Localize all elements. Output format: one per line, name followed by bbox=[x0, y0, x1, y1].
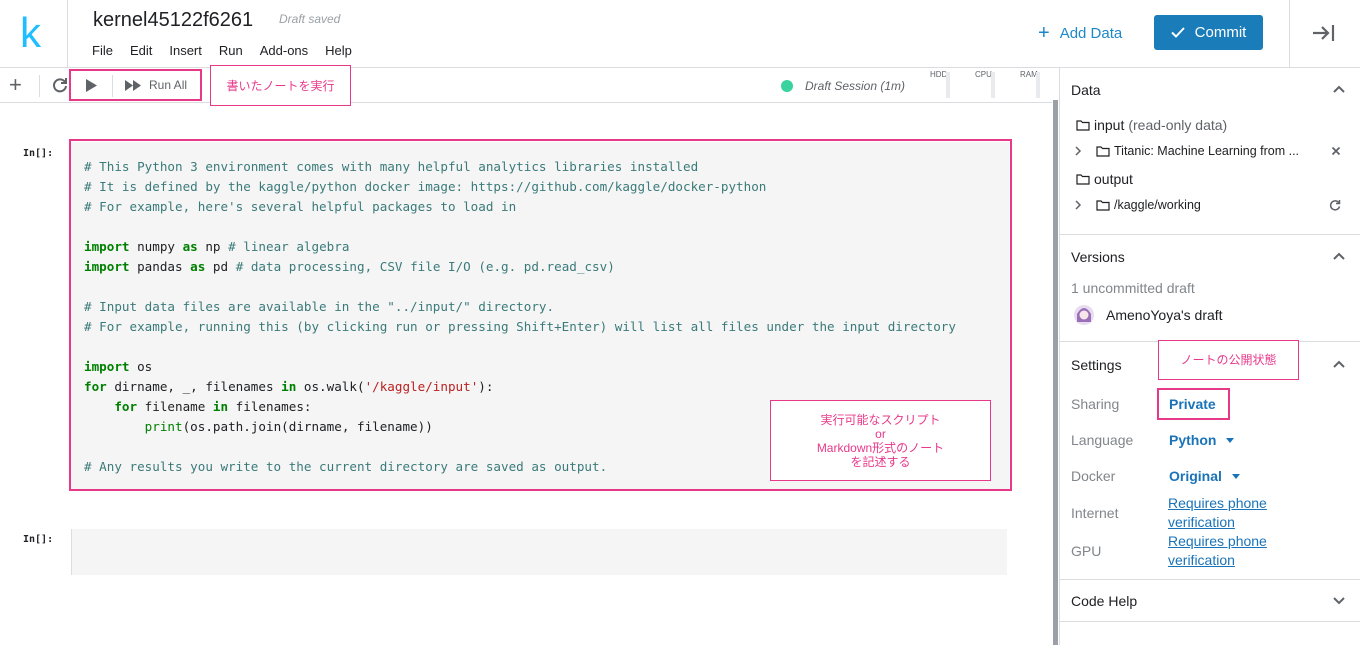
cell-annotation-line: 実行可能なスクリプト bbox=[820, 412, 941, 427]
menu-bar: File Edit Insert Run Add-ons Help bbox=[92, 43, 369, 58]
cell-prompt: In[]: bbox=[23, 534, 54, 545]
run-highlight-box bbox=[69, 69, 202, 101]
input-folder[interactable]: input (read-only data) bbox=[1076, 117, 1227, 133]
save-status: Draft saved bbox=[279, 12, 341, 26]
internet-verify-link[interactable]: Requires phone verification bbox=[1168, 494, 1288, 532]
top-header: k kernel45122f6261 Draft saved File Edit… bbox=[0, 0, 1360, 68]
plus-icon: + bbox=[1038, 22, 1050, 44]
session-status-icon bbox=[781, 80, 793, 92]
input-folder-note: (read-only data) bbox=[1128, 117, 1228, 133]
language-value: Python bbox=[1169, 432, 1217, 448]
caret-down-icon bbox=[1231, 473, 1240, 479]
input-folder-label: input bbox=[1094, 117, 1125, 133]
chevron-right-icon[interactable] bbox=[1074, 200, 1082, 210]
settings-section-title[interactable]: Settings bbox=[1071, 357, 1122, 373]
cpu-meter-label: CPU bbox=[975, 70, 992, 79]
cell-annotation-line: Markdown形式のノート bbox=[816, 440, 945, 455]
refresh-icon[interactable] bbox=[1329, 199, 1341, 211]
ram-meter bbox=[1036, 72, 1040, 98]
dataset-item[interactable]: Titanic: Machine Learning from ... bbox=[1074, 144, 1299, 158]
output-folder-label: output bbox=[1094, 171, 1133, 187]
hdd-meter bbox=[946, 72, 950, 98]
menu-addons[interactable]: Add-ons bbox=[260, 43, 308, 58]
dataset-name: Titanic: Machine Learning from ... bbox=[1114, 144, 1300, 158]
commit-label: Commit bbox=[1194, 24, 1247, 41]
hdd-meter-label: HDD bbox=[930, 70, 948, 79]
header-divider bbox=[1289, 0, 1290, 68]
cell-annotation-line: or bbox=[875, 426, 886, 441]
chevron-up-icon[interactable] bbox=[1332, 251, 1346, 261]
remove-dataset-icon[interactable] bbox=[1331, 146, 1341, 156]
empty-code-cell[interactable] bbox=[71, 529, 1007, 575]
docker-select[interactable]: Original bbox=[1169, 468, 1240, 484]
section-divider bbox=[1060, 621, 1360, 622]
docker-value: Original bbox=[1169, 468, 1222, 484]
cell-prompt: In[]: bbox=[23, 148, 54, 159]
logo-letter: k bbox=[20, 9, 41, 56]
caret-down-icon bbox=[1226, 437, 1235, 443]
output-folder[interactable]: output bbox=[1076, 171, 1133, 187]
cell-annotation: 実行可能なスクリプト or Markdown形式のノート を記述する bbox=[770, 400, 991, 481]
chevron-up-icon[interactable] bbox=[1332, 84, 1346, 94]
data-section-title[interactable]: Data bbox=[1071, 82, 1101, 98]
code-help-title[interactable]: Code Help bbox=[1071, 593, 1137, 609]
avatar bbox=[1074, 305, 1094, 325]
kaggle-logo[interactable]: k bbox=[0, 0, 68, 68]
collapse-panel-icon[interactable] bbox=[1310, 20, 1338, 46]
menu-edit[interactable]: Edit bbox=[130, 43, 152, 58]
menu-help[interactable]: Help bbox=[325, 43, 352, 58]
language-select[interactable]: Python bbox=[1169, 432, 1235, 448]
working-dir-label: /kaggle/working bbox=[1114, 198, 1201, 212]
ram-meter-label: RAM bbox=[1020, 70, 1038, 79]
gpu-label: GPU bbox=[1071, 543, 1102, 559]
menu-insert[interactable]: Insert bbox=[169, 43, 202, 58]
menu-run[interactable]: Run bbox=[219, 43, 243, 58]
chevron-right-icon[interactable] bbox=[1074, 146, 1082, 156]
section-divider bbox=[1060, 579, 1360, 580]
gpu-verify-link[interactable]: Requires phone verification bbox=[1168, 532, 1288, 570]
working-dir-item[interactable]: /kaggle/working bbox=[1074, 198, 1201, 212]
commit-button[interactable]: Commit bbox=[1154, 15, 1263, 50]
session-status[interactable]: Draft Session (1m) bbox=[805, 79, 905, 93]
cell-annotation-line: を記述する bbox=[850, 454, 911, 469]
sharing-annotation: ノートの公開状態 bbox=[1158, 340, 1299, 380]
folder-icon bbox=[1076, 173, 1090, 185]
section-divider bbox=[1060, 234, 1360, 235]
restart-icon[interactable] bbox=[51, 76, 69, 94]
scrollbar-thumb[interactable] bbox=[1053, 100, 1058, 645]
docker-label: Docker bbox=[1071, 468, 1116, 484]
folder-icon bbox=[1096, 199, 1110, 211]
sharing-label: Sharing bbox=[1071, 396, 1120, 412]
versions-section-title[interactable]: Versions bbox=[1071, 249, 1125, 265]
sharing-highlight-box bbox=[1157, 388, 1230, 420]
uncommitted-count: 1 uncommitted draft bbox=[1071, 280, 1195, 296]
folder-icon bbox=[1076, 119, 1090, 131]
folder-icon bbox=[1096, 145, 1110, 157]
notebook-title[interactable]: kernel45122f6261 bbox=[93, 9, 253, 32]
chevron-down-icon[interactable] bbox=[1332, 595, 1346, 605]
add-data-label: Add Data bbox=[1059, 24, 1123, 42]
check-icon bbox=[1170, 27, 1185, 38]
draft-owner[interactable]: AmenoYoya's draft bbox=[1106, 307, 1223, 323]
toolbar-divider bbox=[39, 75, 40, 97]
add-cell-icon[interactable]: + bbox=[9, 74, 22, 96]
chevron-up-icon[interactable] bbox=[1332, 359, 1346, 369]
run-annotation: 書いたノートを実行 bbox=[210, 65, 351, 106]
cpu-meter bbox=[991, 72, 995, 98]
add-data-button[interactable]: + Add Data bbox=[1038, 23, 1122, 43]
internet-label: Internet bbox=[1071, 505, 1119, 521]
language-label: Language bbox=[1071, 432, 1134, 448]
menu-file[interactable]: File bbox=[92, 43, 113, 58]
